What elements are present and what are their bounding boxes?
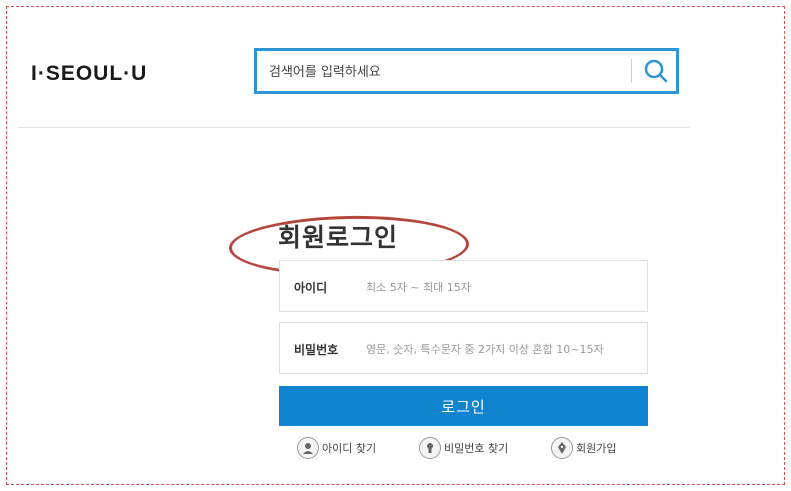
keyhole-icon — [419, 437, 441, 459]
search-input[interactable] — [267, 59, 621, 85]
pen-icon — [551, 437, 573, 459]
search-box — [254, 48, 679, 94]
search-divider — [631, 59, 632, 83]
signup-link[interactable]: 회원가입 — [551, 435, 616, 461]
seoul-logo[interactable]: I·SEOUL·U — [31, 62, 147, 86]
search-icon — [644, 59, 668, 83]
find-password-link[interactable]: 비밀번호 찾기 — [419, 435, 508, 461]
find-password-label: 비밀번호 찾기 — [444, 442, 509, 455]
password-input[interactable] — [364, 337, 643, 361]
password-label: 비밀번호 — [294, 343, 339, 357]
header-divider — [18, 127, 691, 128]
login-button[interactable]: 로그인 — [279, 386, 648, 426]
id-input[interactable] — [364, 275, 643, 299]
find-id-label: 아이디 찾기 — [322, 442, 377, 455]
search-button[interactable] — [639, 55, 673, 87]
account-links: 아이디 찾기 비밀번호 찾기 회원가입 — [0, 435, 791, 461]
id-label: 아이디 — [294, 281, 328, 295]
password-field: 비밀번호 — [279, 322, 648, 374]
find-id-link[interactable]: 아이디 찾기 — [297, 435, 376, 461]
user-icon — [297, 437, 319, 459]
signup-label: 회원가입 — [576, 442, 617, 455]
id-field: 아이디 — [279, 260, 648, 312]
